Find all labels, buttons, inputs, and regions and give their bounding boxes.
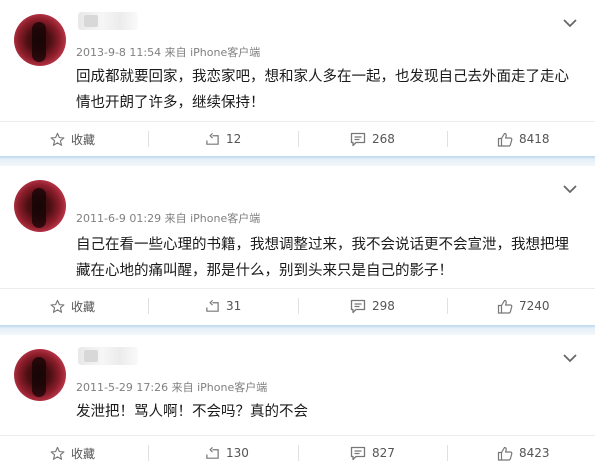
weibo-feed: 2013-9-8 11:54 来自 iPhone客户端 回成都就要回家，我恋家吧… [0, 0, 595, 471]
chevron-down-icon[interactable] [561, 180, 579, 198]
post-text: 自己在看一些心理的书籍，我想调整过来，我不会说话更不会宣泄，我想把埋藏在心地的痛… [76, 237, 569, 279]
comment-button[interactable]: 298 [350, 289, 395, 323]
repost-button[interactable]: 31 [205, 289, 241, 323]
repost-arrow-icon [206, 132, 219, 145]
star-outline-icon [50, 132, 65, 146]
repost-arrow-icon [206, 299, 219, 312]
repost-count: 31 [226, 299, 242, 313]
comment-count: 268 [372, 132, 395, 146]
post-text: 发泄把！骂人啊！不会吗？真的不会 [76, 404, 308, 420]
action-separator [447, 131, 448, 147]
favorite-label: 收藏 [71, 299, 96, 314]
post-text: 回成都就要回家，我恋家吧，想和家人多在一起，也发现自己去外面走了走心情也开朗了许… [76, 69, 569, 111]
action-separator [298, 445, 299, 461]
post-meta: 2011-6-9 01:29 来自 iPhone客户端 [76, 212, 261, 225]
favorite-button[interactable]: 收藏 [50, 122, 95, 156]
repost-button[interactable]: 12 [205, 122, 241, 156]
thumbs-up-icon [497, 299, 513, 314]
post-actions: 收藏 31 298 7240 [0, 288, 595, 322]
comment-button[interactable]: 268 [350, 122, 395, 156]
like-count: 8418 [519, 132, 550, 146]
favorite-button[interactable]: 收藏 [50, 436, 95, 470]
comment-bubble-icon [350, 299, 366, 313]
repost-arrow-icon [206, 446, 219, 459]
action-separator [298, 298, 299, 314]
like-count: 7240 [519, 299, 550, 313]
action-separator [148, 445, 149, 461]
avatar[interactable] [14, 180, 66, 232]
repost-count: 12 [226, 132, 242, 146]
like-count: 8423 [519, 446, 550, 460]
post-meta: 2011-5-29 17:26 来自 iPhone客户端 [76, 381, 268, 394]
action-separator [447, 298, 448, 314]
chevron-down-icon[interactable] [561, 349, 579, 367]
action-separator [447, 445, 448, 461]
post-divider [0, 325, 595, 335]
action-separator [298, 131, 299, 147]
like-button[interactable]: 8423 [497, 436, 550, 470]
thumbs-up-icon [497, 446, 513, 461]
comment-bubble-icon [350, 446, 366, 460]
like-button[interactable]: 7240 [497, 289, 550, 323]
repost-button[interactable]: 130 [205, 436, 249, 470]
comment-count: 827 [372, 446, 395, 460]
star-outline-icon [50, 446, 65, 460]
comment-count: 298 [372, 299, 395, 313]
repost-count: 130 [226, 446, 249, 460]
action-separator [148, 298, 149, 314]
thumbs-up-icon [497, 132, 513, 147]
favorite-label: 收藏 [71, 446, 96, 461]
star-outline-icon [50, 299, 65, 313]
favorite-label: 收藏 [71, 132, 96, 147]
action-separator [148, 131, 149, 147]
avatar[interactable] [14, 14, 66, 66]
post-actions: 收藏 130 827 8423 [0, 435, 595, 469]
like-button[interactable]: 8418 [497, 122, 550, 156]
post-card: 2011-6-9 01:29 来自 iPhone客户端 自己在看一些心理的书籍，… [0, 166, 595, 325]
username-blurred[interactable] [78, 12, 138, 30]
chevron-down-icon[interactable] [561, 14, 579, 32]
post-card: 2013-9-8 11:54 来自 iPhone客户端 回成都就要回家，我恋家吧… [0, 0, 595, 156]
comment-bubble-icon [350, 132, 366, 146]
post-card: 2011-5-29 17:26 来自 iPhone客户端 发泄把！骂人啊！不会吗… [0, 335, 595, 471]
avatar[interactable] [14, 349, 66, 401]
post-actions: 收藏 12 268 8418 [0, 121, 595, 155]
favorite-button[interactable]: 收藏 [50, 289, 95, 323]
post-divider [0, 156, 595, 166]
post-meta: 2013-9-8 11:54 来自 iPhone客户端 [76, 46, 261, 59]
comment-button[interactable]: 827 [350, 436, 395, 470]
username-blurred[interactable] [78, 347, 138, 365]
